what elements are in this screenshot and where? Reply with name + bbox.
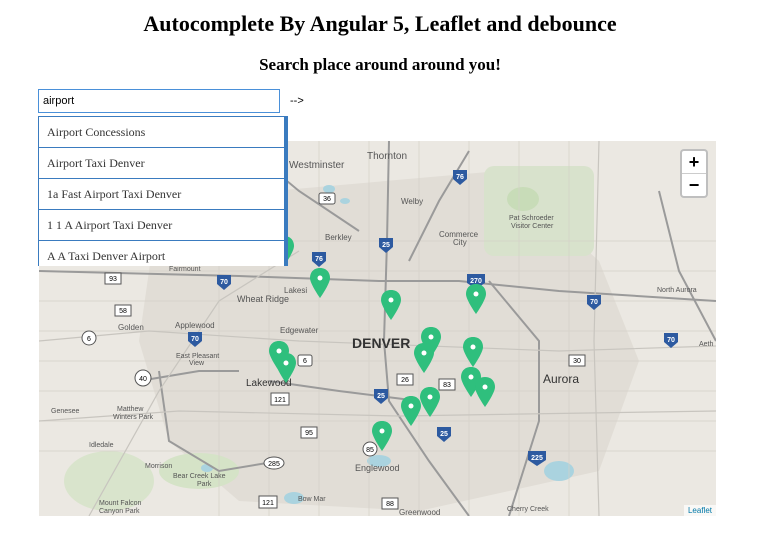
map-label-denver: DENVER [352, 335, 410, 351]
map-label: Bear Creek Lake [173, 473, 226, 480]
map-label: Morrison [145, 463, 172, 470]
map-label: Golden [118, 323, 144, 332]
map-label: Aeth [699, 341, 714, 348]
route-shield-icon: 88 [381, 497, 399, 510]
route-shield-icon: 93 [104, 272, 122, 285]
svg-text:85: 85 [366, 447, 374, 454]
suggestion-item[interactable]: Airport Taxi Denver [38, 148, 285, 179]
svg-text:70: 70 [667, 337, 675, 344]
map-label: Cherry Creek [507, 506, 549, 513]
svg-text:225: 225 [531, 455, 543, 462]
map-label: Thornton [367, 151, 407, 162]
svg-text:76: 76 [456, 174, 464, 181]
map-label: Park [197, 481, 212, 488]
svg-text:121: 121 [274, 397, 286, 404]
route-shield-icon: 6 [81, 330, 97, 346]
route-shield-icon: 58 [114, 304, 132, 317]
svg-text:70: 70 [220, 279, 228, 286]
map-label: Mount Falcon [99, 500, 142, 507]
svg-text:25: 25 [377, 393, 385, 400]
svg-text:270: 270 [470, 278, 482, 285]
suggestion-item[interactable]: 1a Fast Airport Taxi Denver [38, 179, 285, 210]
suggestions-scrollbar[interactable] [285, 116, 288, 266]
autocomplete-suggestions: Airport Concessions Airport Taxi Denver … [38, 116, 285, 266]
page-subtitle: Search place around around you! [259, 55, 501, 74]
route-shield-icon: 6 [297, 354, 313, 367]
map-label: North Aurora [657, 287, 697, 294]
map-label: East Pleasant [176, 353, 219, 360]
svg-text:70: 70 [191, 336, 199, 343]
suggestion-item[interactable]: A A Taxi Denver Airport [38, 241, 285, 266]
svg-text:26: 26 [401, 377, 409, 384]
arrow-text: --> [290, 95, 304, 107]
page-title: Autocomplete By Angular 5, Leaflet and d… [143, 11, 617, 36]
route-shield-icon: 121 [270, 392, 290, 406]
zoom-in-button[interactable]: + [682, 151, 706, 174]
svg-text:93: 93 [109, 276, 117, 283]
map-label: Matthew [117, 406, 144, 413]
svg-text:30: 30 [573, 358, 581, 365]
route-shield-icon: 40 [134, 369, 152, 387]
svg-text:121: 121 [262, 500, 274, 507]
route-shield-icon: 83 [438, 378, 456, 391]
map-label: Visitor Center [511, 223, 554, 230]
svg-text:83: 83 [443, 382, 451, 389]
map-label: Welby [401, 197, 423, 206]
map-label: Greenwood [399, 508, 440, 516]
leaflet-attribution-link[interactable]: Leaflet [683, 505, 716, 516]
suggestion-item[interactable]: Airport Concessions [38, 116, 285, 148]
map-label: View [189, 360, 205, 367]
map-label: Bow Mar [298, 496, 326, 503]
map-label: City [453, 238, 467, 247]
svg-text:70: 70 [590, 299, 598, 306]
route-shield-icon: 95 [300, 426, 318, 439]
zoom-out-button[interactable]: − [682, 174, 706, 196]
suggestion-item[interactable]: 1 1 A Airport Taxi Denver [38, 210, 285, 241]
svg-text:285: 285 [268, 461, 280, 468]
route-shield-icon: 121 [258, 495, 278, 509]
map-label: Edgewater [280, 326, 319, 335]
route-shield-icon: 36 [318, 192, 336, 205]
svg-text:76: 76 [315, 256, 323, 263]
route-shield-icon: 85 [362, 441, 378, 457]
map-label: Fairmount [169, 266, 201, 273]
svg-text:40: 40 [139, 376, 147, 383]
svg-text:36: 36 [323, 196, 331, 203]
svg-text:25: 25 [382, 242, 390, 249]
svg-text:95: 95 [305, 430, 313, 437]
map-label: Genesee [51, 408, 80, 415]
search-input[interactable] [38, 89, 280, 113]
route-shield-icon: 26 [396, 373, 414, 386]
zoom-control: + − [680, 149, 708, 198]
svg-text:25: 25 [440, 431, 448, 438]
svg-text:58: 58 [119, 308, 127, 315]
map-label: Applewood [175, 321, 215, 330]
map-label: Idledale [89, 442, 114, 449]
svg-text:88: 88 [386, 501, 394, 508]
svg-text:6: 6 [303, 358, 307, 365]
svg-text:6: 6 [87, 336, 91, 343]
map-label: Pat Schroeder [509, 215, 554, 222]
map-label: Winters Park [113, 414, 154, 421]
route-shield-icon: 30 [568, 354, 586, 367]
route-shield-icon: 285 [263, 456, 285, 470]
map-label: Westminster [289, 160, 345, 171]
map-label: Berkley [325, 233, 352, 242]
map-label: Wheat Ridge [237, 294, 289, 304]
map-label: Aurora [543, 372, 579, 386]
map-label: Canyon Park [99, 508, 140, 515]
map-label: Englewood [355, 463, 400, 473]
